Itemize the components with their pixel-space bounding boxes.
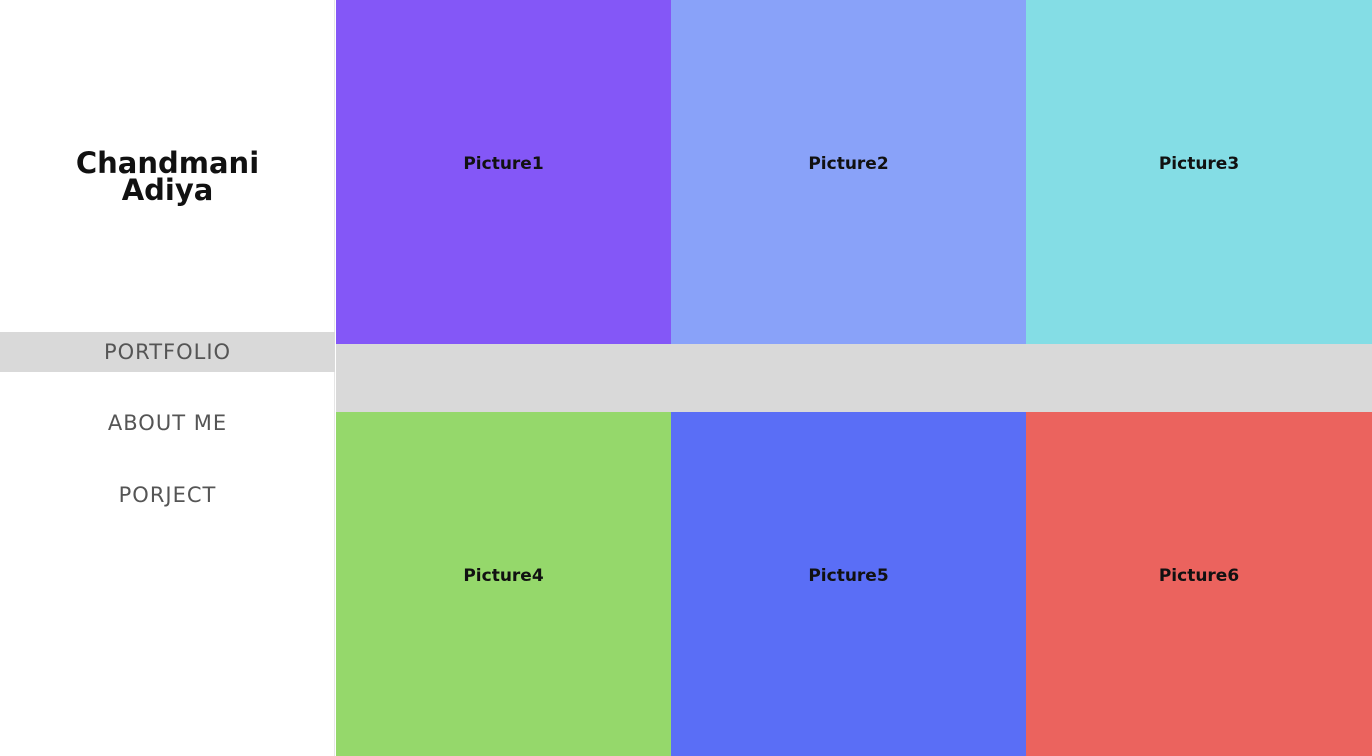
- nav-item-about-me[interactable]: ABOUT ME: [0, 403, 335, 443]
- tile-label: Picture1: [463, 154, 544, 174]
- gallery-tile-picture2[interactable]: Picture2: [671, 0, 1026, 344]
- nav-item-project[interactable]: PORJECT: [0, 475, 335, 515]
- tile-label: Picture5: [808, 566, 889, 586]
- gallery-tile-picture6[interactable]: Picture6: [1026, 412, 1372, 756]
- gallery-tile-picture1[interactable]: Picture1: [336, 0, 671, 344]
- gallery-tile-picture4[interactable]: Picture4: [336, 412, 671, 756]
- brand-name: Chandmani Adiya: [0, 149, 335, 207]
- brand-last-name: Adiya: [121, 173, 214, 207]
- page: Chandmani Adiya PORTFOLIO ABOUT ME PORJE…: [0, 0, 1372, 756]
- tile-label: Picture6: [1158, 566, 1240, 586]
- nav-item-portfolio[interactable]: PORTFOLIO: [0, 332, 335, 372]
- gallery-tile-picture3[interactable]: Picture3: [1026, 0, 1372, 344]
- gallery-grid: Picture1 Picture2 Picture3 Picture4 Pict…: [336, 0, 1372, 756]
- gallery-tile-picture5[interactable]: Picture5: [671, 412, 1026, 756]
- tile-label: Picture3: [1158, 154, 1240, 174]
- tile-label: Picture2: [808, 154, 889, 174]
- sidebar: Chandmani Adiya PORTFOLIO ABOUT ME PORJE…: [0, 0, 335, 756]
- tile-label: Picture4: [463, 566, 544, 586]
